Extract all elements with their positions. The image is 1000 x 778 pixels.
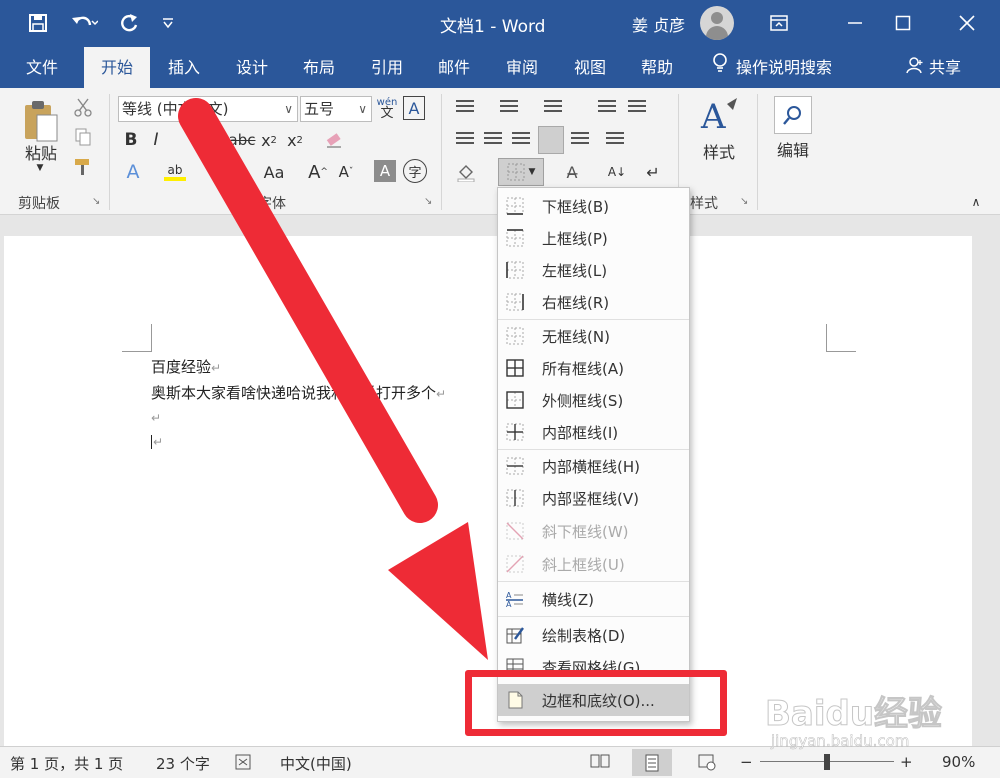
- menu-item-inside-horizontal[interactable]: 内部横框线(H): [498, 450, 689, 482]
- borders-dropdown-menu: 下框线(B) 上框线(P) 左框线(L) 右框线(R) 无框线(N) 所有框线(…: [497, 187, 690, 722]
- menu-item-inside-vertical[interactable]: 内部竖框线(V): [498, 482, 689, 514]
- web-layout-icon[interactable]: [698, 753, 716, 775]
- menu-separator: [498, 581, 689, 582]
- menu-item-top-border[interactable]: 上框线(P): [498, 222, 689, 254]
- menu-item-label: 外侧框线(S): [542, 391, 624, 410]
- no-border-icon: [506, 327, 524, 345]
- word-window: 文档1 - Word 姜 贞彦 文件 开始 插入 设计 布局 引用 邮件 审阅 …: [0, 0, 1000, 778]
- menu-item-left-border[interactable]: 左框线(L): [498, 254, 689, 286]
- draw-table-icon: [506, 627, 524, 644]
- menu-item-label: 绘制表格(D): [542, 626, 626, 645]
- menu-item-bottom-border[interactable]: 下框线(B): [498, 190, 689, 222]
- menu-separator: [498, 616, 689, 617]
- outside-borders-icon: [506, 391, 524, 409]
- horizontal-line-icon: AA: [506, 591, 523, 608]
- diagonal-up-border-icon: [506, 555, 524, 573]
- menu-item-label: 内部框线(I): [542, 423, 619, 442]
- diagonal-down-border-icon: [506, 522, 524, 540]
- menu-item-draw-table[interactable]: 绘制表格(D): [498, 619, 689, 651]
- top-border-icon: [506, 229, 524, 247]
- right-border-icon: [506, 293, 524, 311]
- menu-item-label: 斜上框线(U): [542, 555, 625, 574]
- language[interactable]: 中文(中国): [280, 753, 352, 774]
- inside-horizontal-border-icon: [506, 457, 524, 475]
- menu-item-label: 内部横框线(H): [542, 457, 640, 476]
- menu-item-label: 斜下框线(W): [542, 522, 629, 541]
- inside-borders-icon: [506, 423, 524, 441]
- read-mode-icon[interactable]: [590, 753, 610, 773]
- baidu-watermark: Baidu经验 jingyan.baidu.com: [764, 686, 955, 766]
- zoom-out-button[interactable]: −: [740, 753, 753, 771]
- menu-item-label: 内部竖框线(V): [542, 489, 639, 508]
- print-layout-icon[interactable]: [632, 749, 672, 776]
- inside-vertical-border-icon: [506, 489, 524, 507]
- svg-text:A: A: [506, 591, 512, 600]
- menu-item-label: 左框线(L): [542, 261, 608, 280]
- menu-item-horizontal-line[interactable]: AA 横线(Z): [498, 583, 689, 615]
- word-count[interactable]: 23 个字: [156, 753, 210, 774]
- menu-item-diagonal-down: 斜下框线(W): [498, 515, 689, 547]
- menu-item-all-borders[interactable]: 所有框线(A): [498, 352, 689, 384]
- watermark-url: jingyan.baidu.com: [771, 732, 910, 751]
- watermark-logo: Baidu经验: [764, 694, 943, 735]
- all-borders-icon: [506, 359, 524, 377]
- svg-text:A: A: [506, 600, 512, 608]
- page-count[interactable]: 第 1 页，共 1 页: [10, 753, 123, 774]
- menu-item-label: 无框线(N): [542, 327, 610, 346]
- menu-item-right-border[interactable]: 右框线(R): [498, 286, 689, 318]
- menu-item-label: 上框线(P): [542, 229, 608, 248]
- menu-item-inside-borders[interactable]: 内部框线(I): [498, 416, 689, 448]
- menu-item-label: 所有框线(A): [542, 359, 624, 378]
- menu-item-label: 下框线(B): [542, 197, 609, 216]
- highlight-box-annotation: [465, 670, 727, 736]
- menu-item-label: 右框线(R): [542, 293, 610, 312]
- menu-item-label: 横线(Z): [542, 590, 594, 609]
- menu-item-outside-borders[interactable]: 外侧框线(S): [498, 384, 689, 416]
- proofing-icon[interactable]: [234, 753, 252, 775]
- left-border-icon: [506, 261, 524, 279]
- menu-item-diagonal-up: 斜上框线(U): [498, 548, 689, 580]
- menu-item-no-border[interactable]: 无框线(N): [498, 320, 689, 352]
- bottom-border-icon: [506, 197, 524, 215]
